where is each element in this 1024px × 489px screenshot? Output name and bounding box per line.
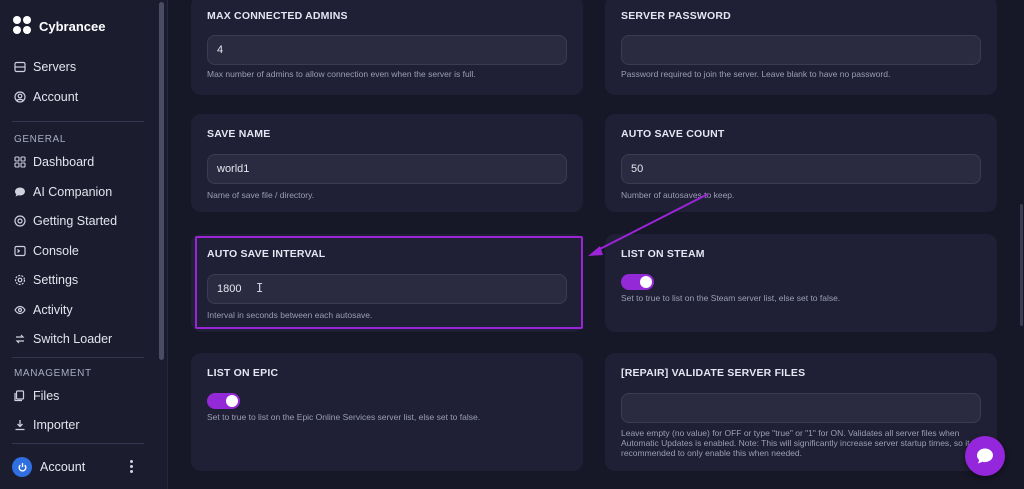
sidebar-item-label: Dashboard [33,155,95,169]
save-name-input[interactable]: world1 [207,154,567,184]
sidebar-item-dashboard[interactable]: Dashboard [14,151,94,173]
main-scrollbar[interactable] [1020,204,1023,326]
chat-bubble-icon [977,448,993,464]
auto-save-count-input[interactable]: 50 [621,154,981,184]
max-connected-admins-input[interactable]: 4 [207,35,567,65]
sidebar-item-label: AI Companion [33,185,113,199]
validate-server-files-input[interactable] [621,393,981,423]
divider [12,443,144,444]
eye-icon [14,304,26,316]
setting-card-list-on-steam: LIST ON STEAM Set to true to list on the… [605,234,997,332]
setting-help: Number of autosaves to keep. [621,190,735,200]
toggle-knob [640,276,652,288]
sidebar-item-label: Account [33,90,79,104]
grid-icon [14,156,26,168]
setting-title: AUTO SAVE INTERVAL [207,248,326,260]
swap-icon [14,333,26,345]
lifebuoy-icon [14,215,26,227]
sidebar-scrollbar[interactable] [159,2,164,360]
sidebar-item-activity[interactable]: Activity [14,299,73,321]
terminal-icon [14,245,26,257]
sidebar-item-switch-loader[interactable]: Switch Loader [14,328,112,350]
setting-title: LIST ON STEAM [621,248,705,260]
support-chat-button[interactable] [965,436,1005,476]
sidebar-item-label: Console [33,244,79,258]
list-on-steam-toggle[interactable] [621,274,654,290]
sidebar-item-ai-companion[interactable]: AI Companion [14,181,112,203]
setting-help: Name of save file / directory. [207,190,315,200]
download-icon [14,419,26,431]
sidebar-item-label: Importer [33,418,80,432]
account-label: Account [40,460,86,474]
setting-title: [REPAIR] VALIDATE SERVER FILES [621,367,806,379]
setting-help: Interval in seconds between each autosav… [207,310,373,320]
setting-card-auto-save-interval: AUTO SAVE INTERVAL 1800 Interval in seco… [191,234,583,332]
setting-card-validate-server-files: [REPAIR] VALIDATE SERVER FILES Leave emp… [605,353,997,471]
gear-icon [14,274,26,286]
setting-help: Password required to join the server. Le… [621,69,891,79]
cybrancee-logo [13,16,33,36]
sidebar-item-account[interactable]: Account [14,86,78,108]
power-icon [12,457,32,477]
setting-card-max-connected-admins: MAX CONNECTED ADMINS 4 Max number of adm… [191,0,583,95]
brand[interactable]: Cybrancee [13,16,105,36]
setting-title: MAX CONNECTED ADMINS [207,10,348,22]
setting-card-save-name: SAVE NAME world1 Name of save file / dir… [191,114,583,212]
setting-card-server-password: SERVER PASSWORD Password required to joi… [605,0,997,95]
sidebar-item-settings[interactable]: Settings [14,269,78,291]
toggle-knob [226,395,238,407]
sidebar-item-servers[interactable]: Servers [14,56,76,78]
setting-card-auto-save-count: AUTO SAVE COUNT 50 Number of autosaves t… [605,114,997,212]
sidebar-item-files[interactable]: Files [14,385,59,407]
sidebar-item-label: Switch Loader [33,332,113,346]
sidebar-item-label: Files [33,389,60,403]
setting-card-list-on-epic: LIST ON EPIC Set to true to list on the … [191,353,583,471]
chat-icon [14,186,26,198]
server-password-input[interactable] [621,35,981,65]
sidebar: Cybrancee Servers Account GENERAL Dashbo… [0,0,168,489]
list-on-epic-toggle[interactable] [207,393,240,409]
setting-help: Set to true to list on the Epic Online S… [207,412,481,422]
setting-title: LIST ON EPIC [207,367,279,379]
setting-title: AUTO SAVE COUNT [621,128,725,140]
more-options-icon[interactable] [128,460,134,474]
sidebar-item-label: Getting Started [33,214,118,228]
section-label-management: MANAGEMENT [14,368,92,379]
setting-title: SERVER PASSWORD [621,10,731,22]
user-circle-icon [14,91,26,103]
divider [12,357,144,358]
files-icon [14,390,26,402]
setting-help: Leave empty (no value) for OFF or type "… [621,428,978,458]
account-menu[interactable]: Account [12,456,142,478]
sidebar-item-label: Settings [33,273,79,287]
section-label-general: GENERAL [14,134,66,145]
server-icon [14,61,26,73]
text-cursor-icon: I [256,281,264,295]
setting-title: SAVE NAME [207,128,271,140]
sidebar-item-console[interactable]: Console [14,240,79,262]
sidebar-item-importer[interactable]: Importer [14,414,80,436]
divider [12,121,144,122]
setting-help: Set to true to list on the Steam server … [621,293,841,303]
sidebar-item-label: Servers [33,60,77,74]
setting-help: Max number of admins to allow connection… [207,69,476,79]
sidebar-item-label: Activity [33,303,73,317]
brand-name: Cybrancee [39,18,106,34]
sidebar-item-getting-started[interactable]: Getting Started [14,210,117,232]
